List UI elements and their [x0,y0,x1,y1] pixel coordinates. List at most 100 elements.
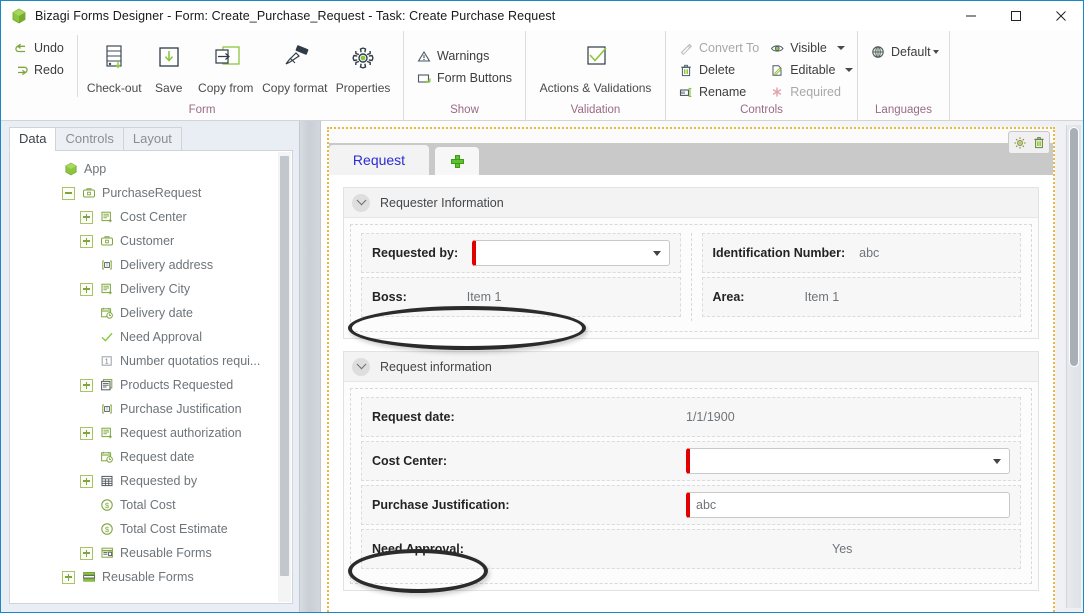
save-button[interactable]: Save [145,35,193,95]
chevron-down-icon[interactable] [836,46,845,50]
field-requested-by[interactable]: Requested by: [361,233,681,273]
expand-icon[interactable] [80,546,93,560]
copy-from-button[interactable]: Copy from [193,35,259,95]
requester-left-column: Requested by: Boss: Item 1 [361,233,681,321]
warnings-button[interactable]: Warnings [412,45,518,67]
required-button[interactable]: Required [765,81,859,103]
expand-icon[interactable] [80,234,93,248]
app-cube-icon [62,162,80,176]
expand-icon[interactable] [80,282,93,296]
expand-icon[interactable] [62,570,75,584]
canvas-scrollbar-thumb[interactable] [1069,127,1079,367]
requested-by-dropdown[interactable] [472,240,670,266]
tree-item[interactable]: App [10,157,280,181]
collection-icon [98,378,116,392]
undo-redo-stack: Undo Redo [9,35,71,81]
field-identification-number[interactable]: Identification Number: abc [701,233,1021,273]
expand-icon[interactable] [80,210,93,224]
minimize-button[interactable] [948,1,993,31]
field-identification-number-label: Identification Number: [712,246,846,260]
tab-layout[interactable]: Layout [122,127,182,151]
tree-item[interactable]: Cost Center [10,205,280,229]
tree-item[interactable]: Request date [10,445,280,469]
chevron-down-icon[interactable] [845,68,854,72]
left-panel: Data Controls Layout App PurchaseRequest C… [1,121,299,612]
tab-data[interactable]: Data [9,127,57,151]
tree-item-label: Total Cost [120,498,176,512]
panel-splitter[interactable] [299,121,321,612]
tree-item[interactable]: 1 Number quotatios requi... [10,349,280,373]
tree-item[interactable]: T Purchase Justification [10,397,280,421]
required-label: Required [790,85,841,99]
ribbon-group-empty [949,31,1083,121]
field-request-date[interactable]: Request date: 1/1/1900 [361,397,1021,437]
maximize-button[interactable] [993,1,1038,31]
section-header-requester-information[interactable]: Requester Information [344,188,1038,218]
languages-stack: Default [866,39,945,63]
field-area[interactable]: Area: Item 1 [701,277,1021,317]
form-buttons-button[interactable]: Form Buttons [412,67,518,89]
chevron-down-icon[interactable] [352,193,370,212]
add-tab-button[interactable] [435,147,479,175]
actions-validations-button[interactable]: Actions & Validations [534,35,657,95]
tree-item[interactable]: Request authorization [10,421,280,445]
field-request-date-label: Request date: [372,410,455,424]
tree-item[interactable]: $ Total Cost [10,493,280,517]
form-tab-request[interactable]: Request [329,145,429,175]
date-icon [98,306,116,320]
tree-item[interactable]: Requested by [10,469,280,493]
requester-right-column: Identification Number: abc Area: Item 1 [690,233,1021,321]
tree-item-label: Request date [120,450,195,464]
undo-button[interactable]: Undo [9,37,71,59]
plus-icon [450,154,464,168]
default-language-button[interactable]: Default [866,41,945,63]
tree-item[interactable]: T Delivery address [10,253,280,277]
section-header-request-information[interactable]: Request information [344,352,1038,382]
copy-format-button[interactable]: Copy format [259,35,332,95]
tab-controls[interactable]: Controls [55,127,124,151]
rename-button[interactable]: Rename [674,81,765,103]
field-boss[interactable]: Boss: Item 1 [361,277,681,317]
tree-scrollbar[interactable] [278,152,291,602]
redo-button[interactable]: Redo [9,59,71,81]
check-out-button[interactable]: Check-out [84,35,144,95]
canvas-scrollbar[interactable] [1066,125,1081,608]
checkmark-box-icon [580,39,612,79]
cost-center-dropdown[interactable] [686,448,1010,474]
visible-button[interactable]: Visible [765,37,859,59]
globe-icon [868,45,888,59]
expand-icon[interactable] [80,378,93,392]
purchase-justification-input[interactable]: abc [686,492,1010,518]
tree-item[interactable]: Need Approval [10,325,280,349]
gear-icon[interactable] [1010,133,1029,152]
properties-button[interactable]: Properties [331,35,395,95]
trash-icon[interactable] [1029,133,1048,152]
chevron-down-icon[interactable] [932,50,939,54]
close-button[interactable] [1038,1,1083,31]
visible-label: Visible [790,41,827,55]
chevron-down-icon[interactable] [352,357,370,376]
field-need-approval[interactable]: Need Approval: Yes [361,529,1021,569]
tree-item[interactable]: Delivery City [10,277,280,301]
tree-item-label: Need Approval [120,330,203,344]
svg-text:1: 1 [105,359,109,366]
tree-item[interactable]: PurchaseRequest [10,181,280,205]
field-cost-center[interactable]: Cost Center: [361,441,1021,481]
editable-label: Editable [790,63,836,77]
tree-item[interactable]: Customer [10,229,280,253]
tree-item[interactable]: Products Requested [10,373,280,397]
field-boss-label: Boss: [372,290,407,304]
form-tab-strip: Request [329,143,1053,175]
expand-icon[interactable] [80,426,93,440]
delete-button[interactable]: Delete [674,59,765,81]
tree-scrollbar-thumb[interactable] [280,156,289,576]
tree-item[interactable]: Reusable Forms [10,541,280,565]
collapse-icon[interactable] [62,186,75,200]
expand-icon[interactable] [80,474,93,488]
field-purchase-justification[interactable]: Purchase Justification: abc [361,485,1021,525]
convert-to-button[interactable]: Convert To [674,37,765,59]
tree-item[interactable]: Delivery date [10,301,280,325]
tree-item[interactable]: $ Total Cost Estimate [10,517,280,541]
editable-button[interactable]: Editable [765,59,859,81]
tree-item[interactable]: Reusable Forms [10,565,280,589]
